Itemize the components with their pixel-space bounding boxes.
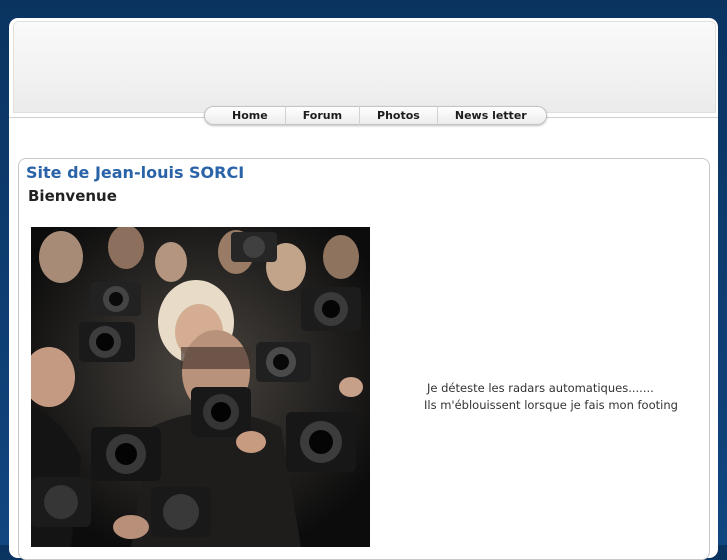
caption-line-1: Je déteste les radars automatiques......…	[427, 381, 654, 395]
main-nav: Home Forum Photos News letter	[204, 106, 547, 125]
page-subtitle: Bienvenue	[28, 187, 117, 205]
page-title: Site de Jean-louis SORCI	[26, 163, 245, 182]
photographers-crowd-image	[31, 227, 370, 547]
nav-item-forum[interactable]: Forum	[286, 106, 361, 125]
nav-item-newsletter[interactable]: News letter	[438, 106, 544, 125]
caption-line-2: Ils m'éblouissent lorsque je fais mon fo…	[424, 398, 678, 412]
nav-item-home[interactable]: Home	[215, 106, 286, 125]
header-banner	[13, 21, 716, 113]
photo-caption: Je déteste les radars automatiques......…	[420, 380, 678, 414]
nav-item-photos[interactable]: Photos	[360, 106, 438, 125]
